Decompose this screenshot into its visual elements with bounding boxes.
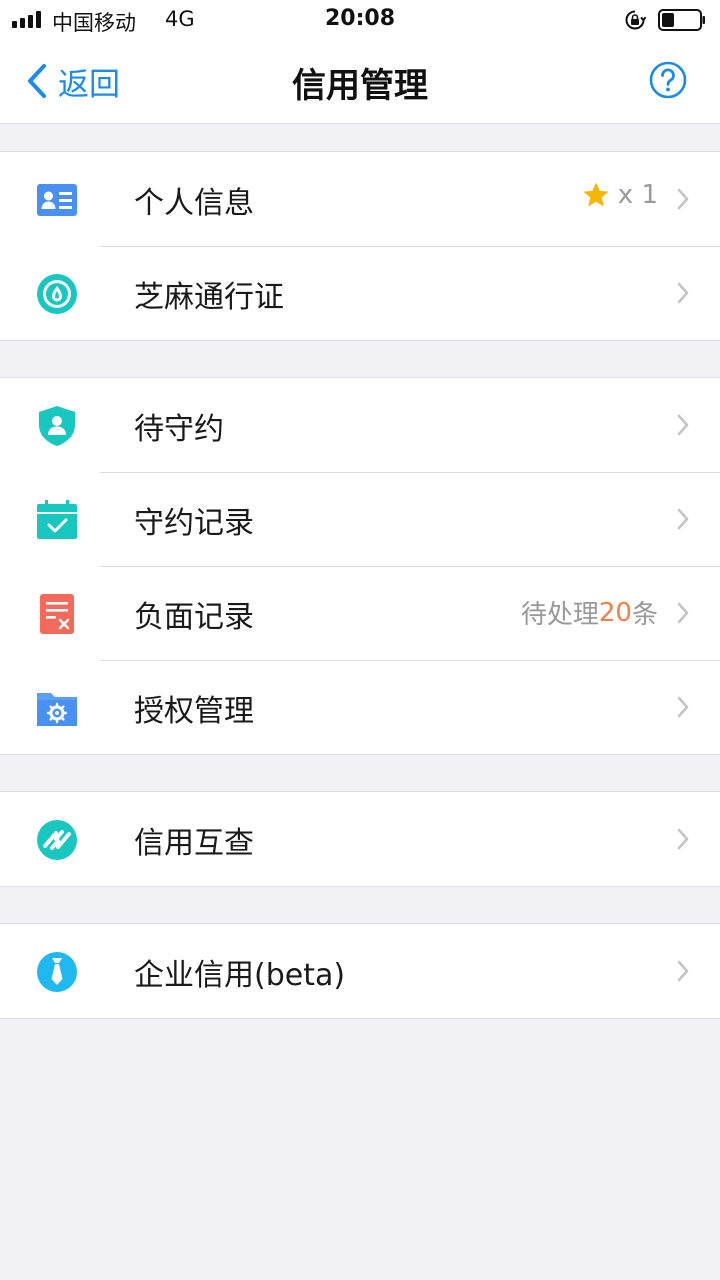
menu-item-label: 负面记录 — [134, 600, 254, 635]
pending-suffix: 条 — [631, 600, 658, 630]
menu-item-sesame-pass[interactable]: 芝麻通行证 — [0, 246, 720, 340]
menu-item-label: 个人信息 — [134, 186, 254, 221]
menu-item-label: 芝麻通行证 — [134, 280, 284, 315]
sesame-pass-icon — [37, 274, 77, 314]
folder-gear-icon — [37, 693, 77, 726]
chevron-right-icon — [677, 696, 689, 718]
menu-item-commitment-records[interactable]: 守约记录 — [0, 472, 720, 566]
menu-item-label: 企业信用(beta) — [134, 958, 346, 993]
menu-group-4: 企业信用(beta) — [0, 923, 720, 1019]
menu-item-negative-records[interactable]: 负面记录 待处理 20 条 — [0, 566, 720, 660]
pending-prefix: 待处理 — [520, 600, 599, 630]
menu-item-personal-info[interactable]: 个人信息 x 1 — [0, 152, 720, 246]
status-bar: 中国移动 4G 20:08 — [0, 0, 720, 40]
star-count-text: x 1 — [617, 180, 658, 210]
enterprise-tie-icon — [37, 952, 77, 992]
menu-item-label: 信用互查 — [134, 826, 254, 861]
menu-item-label: 待守约 — [134, 412, 224, 447]
star-count: x 1 — [582, 180, 658, 210]
menu-item-label: 授权管理 — [134, 694, 254, 729]
menu-item-mutual-check[interactable]: 信用互查 — [0, 792, 720, 886]
credit-management-screen: 中国移动 4G 20:08 返回 信用管理 个人信息 x 1 芝麻通行证 待守约… — [0, 0, 720, 1280]
negative-doc-icon — [40, 594, 74, 634]
id-card-icon — [37, 184, 77, 216]
chevron-right-icon — [677, 508, 689, 530]
help-icon[interactable] — [648, 60, 688, 100]
star-icon — [583, 182, 609, 207]
navigation-bar: 返回 信用管理 — [0, 40, 720, 124]
pending-count: 待处理 20 条 — [521, 594, 658, 631]
chevron-right-icon — [677, 414, 689, 436]
menu-item-label: 守约记录 — [134, 506, 254, 541]
chevron-right-icon — [677, 602, 689, 624]
menu-group-2: 待守约 守约记录 负面记录 待处理 20 条 授权管理 — [0, 377, 720, 755]
chevron-right-icon — [677, 960, 689, 982]
battery-icon — [658, 9, 705, 31]
chevron-right-icon — [677, 188, 689, 210]
shield-user-icon — [39, 406, 75, 446]
calendar-check-icon — [37, 500, 77, 539]
menu-item-pending-commitments[interactable]: 待守约 — [0, 378, 720, 472]
status-time: 20:08 — [324, 6, 396, 31]
pending-count-number: 20 — [598, 597, 632, 628]
chevron-right-icon — [677, 828, 689, 850]
menu-group-1: 个人信息 x 1 芝麻通行证 — [0, 151, 720, 341]
rotation-lock-icon — [625, 10, 646, 30]
mutual-check-icon — [37, 820, 77, 860]
menu-item-authorization-management[interactable]: 授权管理 — [0, 660, 720, 754]
menu-item-enterprise-credit[interactable]: 企业信用(beta) — [0, 924, 720, 1018]
page-title: 信用管理 — [292, 66, 428, 106]
chevron-right-icon — [677, 282, 689, 304]
menu-group-3: 信用互查 — [0, 791, 720, 887]
